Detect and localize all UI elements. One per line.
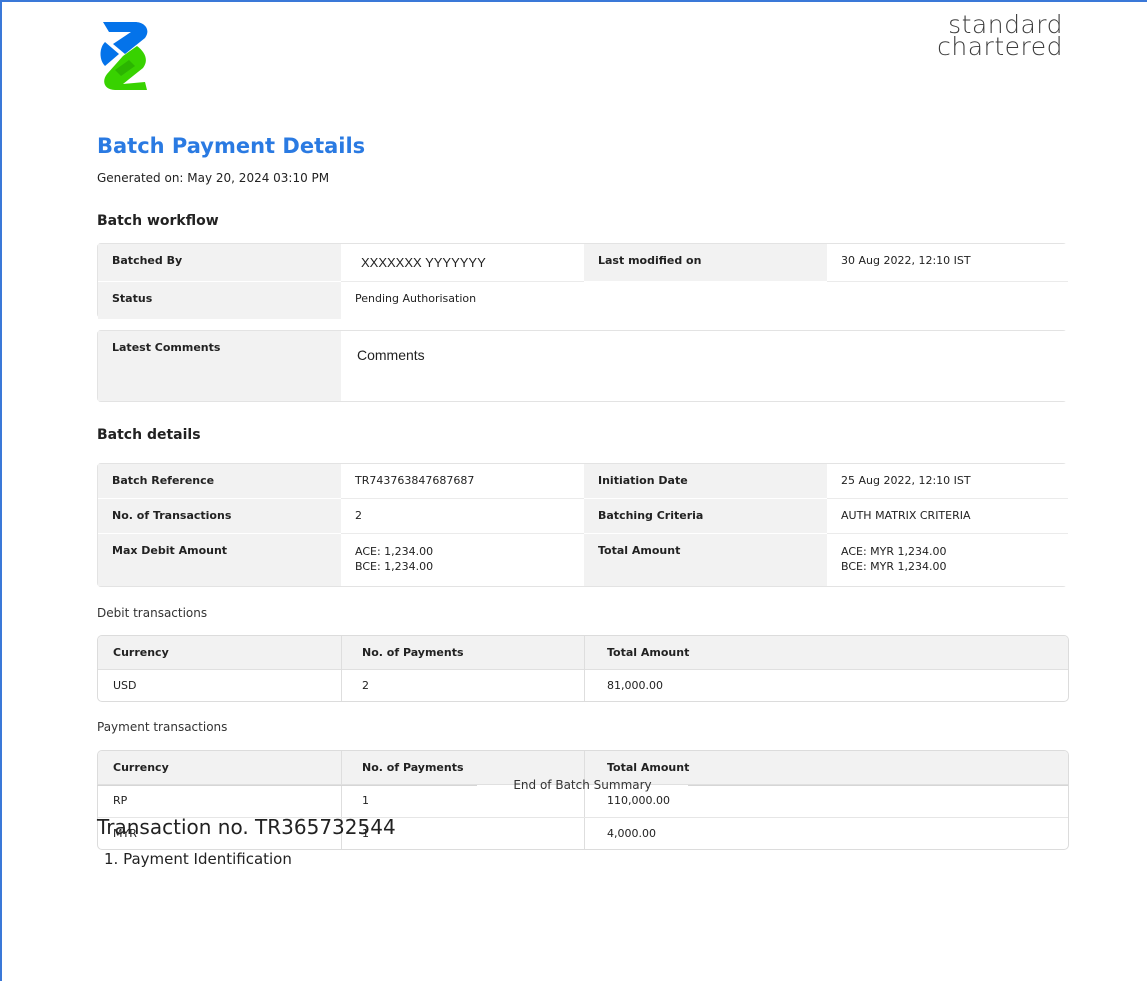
details-heading: Batch details [97,427,201,443]
total-amount-bce: BCE: MYR 1,234.00 [841,560,947,573]
header-total: Total Amount [607,761,690,774]
table-header [98,636,1068,670]
header-payments: No. of Payments [362,646,464,659]
cell-total: 4,000.00 [607,827,656,840]
batch-reference-label: Batch Reference [98,464,341,499]
initiation-date-value: 25 Aug 2022, 12:10 IST [827,464,1068,499]
details-row-2: No. of Transactions 2 Batching Criteria … [98,499,1068,534]
debit-transactions-heading: Debit transactions [97,606,208,620]
max-debit-ace: ACE: 1,234.00 [355,545,434,558]
comments-label: Latest Comments [98,331,341,401]
details-row-3: Max Debit Amount ACE: 1,234.00 BCE: 1,23… [98,534,1068,586]
max-debit-value: ACE: 1,234.00 BCE: 1,234.00 [341,534,584,586]
comments-value: Comments [341,331,1068,401]
header-currency: Currency [113,646,169,659]
transaction-count-label: No. of Transactions [98,499,341,534]
cell-currency: RP [113,794,128,807]
cell-total: 110,000.00 [607,794,670,807]
comments-card: Latest Comments Comments [97,330,1068,402]
status-label: Status [98,282,341,319]
comments-row: Latest Comments Comments [98,331,1068,401]
batch-payment-document: standard chartered Batch Payment Details… [0,0,1147,981]
total-amount-label: Total Amount [584,534,827,586]
transaction-title: Transaction no. TR365732544 [97,815,396,839]
status-value: Pending Authorisation [341,282,1068,319]
transaction-count-value: 2 [341,499,584,534]
batched-by-value: XXXXXXX YYYYYYY [341,244,584,282]
header-payments: No. of Payments [362,761,464,774]
generated-on: Generated on: May 20, 2024 03:10 PM [97,171,330,185]
cell-payments: 2 [362,679,369,692]
details-row-1: Batch Reference TR743763847687687 Initia… [98,464,1068,499]
payment-identification-heading: 1. Payment Identification [104,850,292,868]
initiation-date-label: Initiation Date [584,464,827,499]
batch-reference-value: TR743763847687687 [341,464,584,499]
debit-transactions-table: Currency No. of Payments Total Amount US… [97,635,1069,702]
max-debit-label: Max Debit Amount [98,534,341,586]
total-amount-value: ACE: MYR 1,234.00 BCE: MYR 1,234.00 [827,534,1068,586]
cell-currency: USD [113,679,137,692]
last-modified-label: Last modified on [584,244,827,282]
total-amount-ace: ACE: MYR 1,234.00 [841,545,947,558]
cell-total: 81,000.00 [607,679,663,692]
page-title: Batch Payment Details [97,134,366,158]
batching-criteria-value: AUTH MATRIX CRITERIA [827,499,1068,534]
header-currency: Currency [113,761,169,774]
batching-criteria-label: Batching Criteria [584,499,827,534]
cell-payments: 1 [362,794,369,807]
workflow-heading: Batch workflow [97,213,219,229]
payment-transactions-heading: Payment transactions [97,720,228,734]
column-divider [341,636,342,701]
end-of-summary: End of Batch Summary [513,778,652,792]
batched-by-label: Batched By [98,244,341,282]
brand-wordmark: standard chartered [937,12,1063,61]
workflow-row-2: Status Pending Authorisation [98,282,1068,319]
header-total: Total Amount [607,646,690,659]
workflow-card: Batched By XXXXXXX YYYYYYY Last modified… [97,243,1068,319]
last-modified-value: 30 Aug 2022, 12:10 IST [827,244,1068,282]
column-divider [584,636,585,701]
workflow-row-1: Batched By XXXXXXX YYYYYYY Last modified… [98,244,1068,282]
details-card: Batch Reference TR743763847687687 Initia… [97,463,1068,587]
max-debit-bce: BCE: 1,234.00 [355,560,434,573]
sc-logo-icon [100,22,148,90]
brand-line-2: chartered [937,32,1063,61]
column-divider [584,751,585,849]
